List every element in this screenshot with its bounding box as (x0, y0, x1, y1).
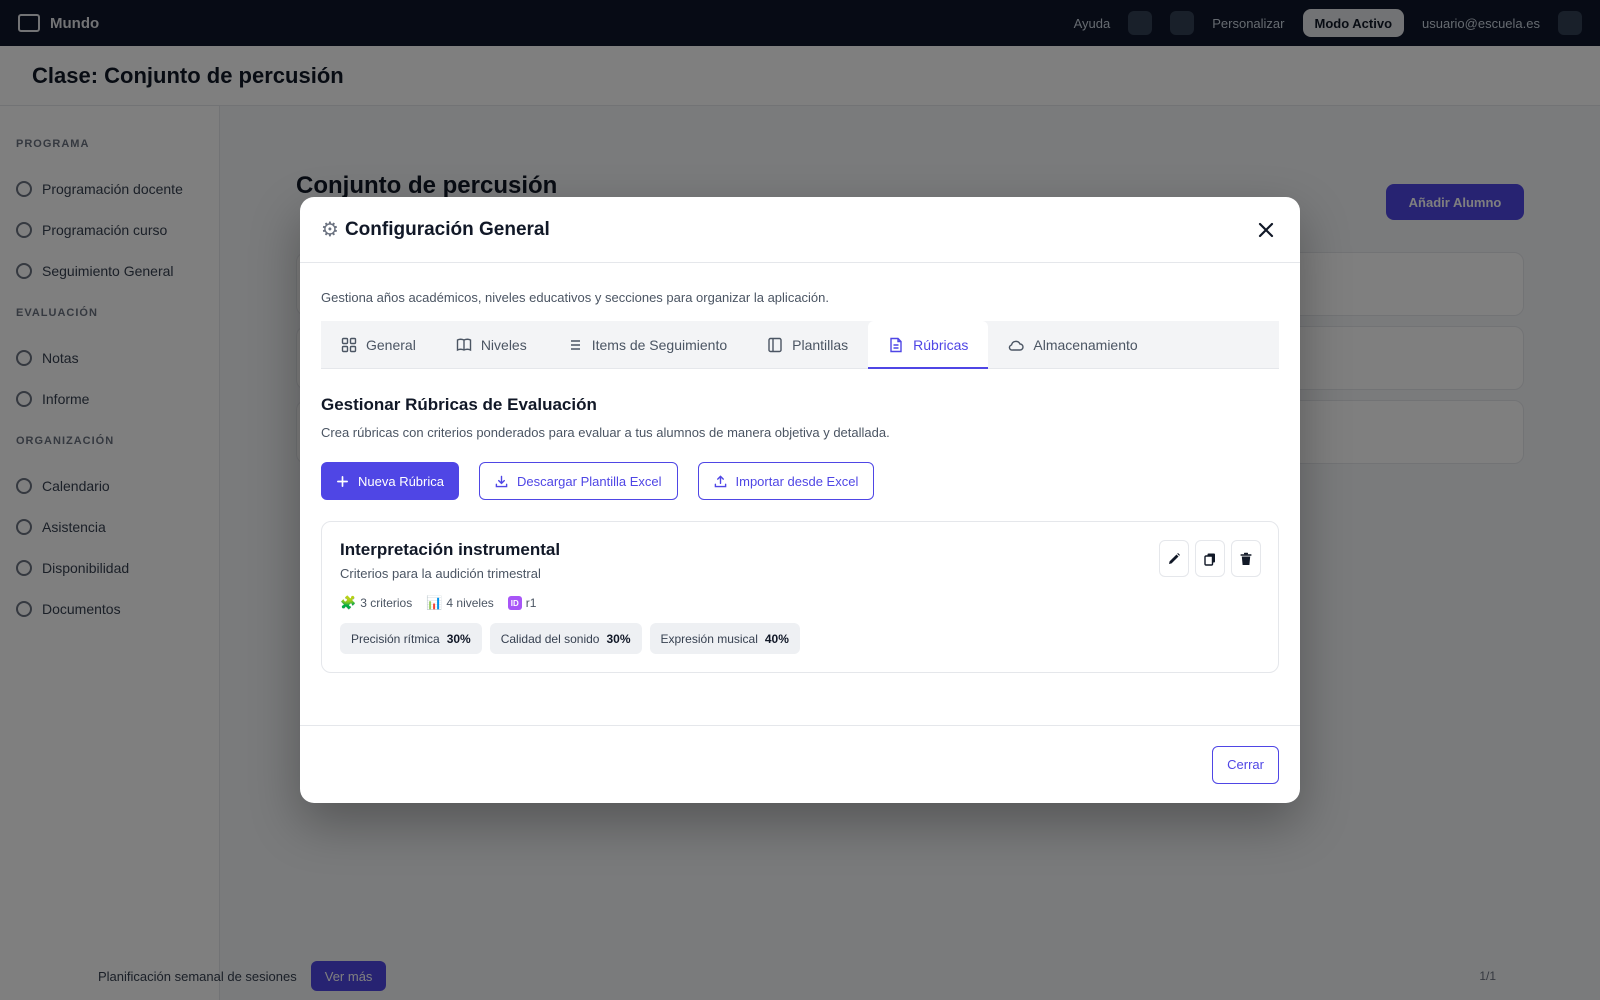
rubric-subtitle: Criterios para la audición trimestral (340, 566, 541, 581)
bar-chart-icon: 📊 (426, 595, 443, 610)
close-button[interactable]: Cerrar (1212, 745, 1279, 784)
gear-icon: ⚙ (321, 219, 339, 241)
import-excel-button[interactable]: Importar desde Excel (697, 462, 875, 500)
tab-label: Niveles (480, 336, 527, 353)
criterion-weight: 30% (446, 631, 471, 646)
tab-label: Almacenamiento (1033, 336, 1138, 353)
rubric-id: ID r1 (507, 596, 537, 610)
criteria-count: 🧩 3 criterios (340, 595, 412, 611)
tab-general[interactable]: General (341, 321, 436, 368)
criterion-chip: Precisión rítmica 30% (340, 623, 482, 654)
download-template-button[interactable]: Descargar Plantilla Excel (479, 462, 678, 500)
id-icon: ID (507, 596, 522, 610)
section-description: Crea rúbricas con criterios ponderados p… (321, 425, 890, 440)
rubric-card: Interpretación instrumental Criterios pa… (321, 521, 1279, 673)
pencil-icon (1169, 552, 1180, 564)
edit-rubric-button[interactable] (1159, 540, 1189, 577)
levels-count-text: 4 niveles (446, 596, 494, 610)
trash-icon (1240, 552, 1252, 565)
tab-items-seguimiento[interactable]: Items de Seguimiento (567, 321, 747, 368)
tab-almacenamiento[interactable]: Almacenamiento (1008, 321, 1157, 368)
section-title: Gestionar Rúbricas de Evaluación (321, 395, 597, 414)
list-icon (570, 339, 580, 350)
criteria-chips: Precisión rítmica 30% Calidad del sonido 3… (340, 623, 1260, 654)
modal-footer: Cerrar (300, 725, 1300, 803)
puzzle-icon: 🧩 (340, 595, 357, 610)
criterion-chip: Expresión musical 40% (649, 623, 800, 654)
settings-tabs: General Niveles Items de Seguimiento Pla… (321, 321, 1279, 369)
copy-icon (1204, 553, 1215, 566)
criterion-chip: Calidad del sonido 30% (489, 623, 642, 654)
criterion-name: Calidad del sonido (500, 631, 600, 646)
tab-label: General (366, 336, 416, 353)
rubric-name: Interpretación instrumental (340, 540, 561, 559)
close-icon[interactable] (1253, 217, 1279, 243)
layout-icon (768, 337, 782, 352)
criterion-name: Precisión rítmica (351, 631, 440, 646)
tab-label: Plantillas (792, 336, 849, 353)
new-rubric-button[interactable]: Nueva Rúbrica (321, 462, 459, 500)
settings-modal: ⚙ Configuración General Gestiona años ac… (300, 197, 1300, 803)
duplicate-rubric-button[interactable] (1195, 540, 1225, 577)
delete-rubric-button[interactable] (1231, 540, 1261, 577)
criterion-weight: 30% (606, 631, 631, 646)
levels-count: 📊 4 niveles (426, 595, 494, 611)
modal-title: ⚙ Configuración General (321, 217, 550, 242)
tab-niveles[interactable]: Niveles (456, 321, 547, 368)
criterion-weight: 40% (764, 631, 789, 646)
rubric-id-text: r1 (525, 596, 537, 610)
rubric-actions: Nueva Rúbrica Descargar Plantilla Excel … (321, 462, 1279, 500)
download-icon (495, 475, 508, 487)
modal-header: ⚙ Configuración General (300, 197, 1300, 263)
grid-icon (341, 337, 357, 352)
criterion-name: Expresión musical (660, 631, 758, 646)
rubric-tools (1159, 540, 1261, 577)
book-icon (456, 338, 472, 351)
cloud-icon (1009, 340, 1025, 351)
new-rubric-label: Nueva Rúbrica (358, 473, 444, 489)
tab-plantillas[interactable]: Plantillas (767, 321, 868, 368)
tab-label: Rúbricas (913, 336, 969, 353)
upload-icon (714, 474, 726, 487)
plus-icon (337, 475, 348, 487)
tab-rubricas[interactable]: Rúbricas (868, 321, 989, 369)
criteria-count-text: 3 criterios (360, 596, 413, 610)
rubric-meta: 🧩 3 criterios 📊 4 niveles ID r1 (340, 595, 1260, 611)
import-excel-label: Importar desde Excel (735, 473, 859, 489)
tab-label: Items de Seguimiento (591, 336, 728, 353)
modal-title-text: Configuración General (344, 218, 550, 240)
download-template-label: Descargar Plantilla Excel (517, 473, 662, 489)
modal-description: Gestiona años académicos, niveles educat… (321, 290, 830, 305)
document-icon (890, 337, 902, 352)
